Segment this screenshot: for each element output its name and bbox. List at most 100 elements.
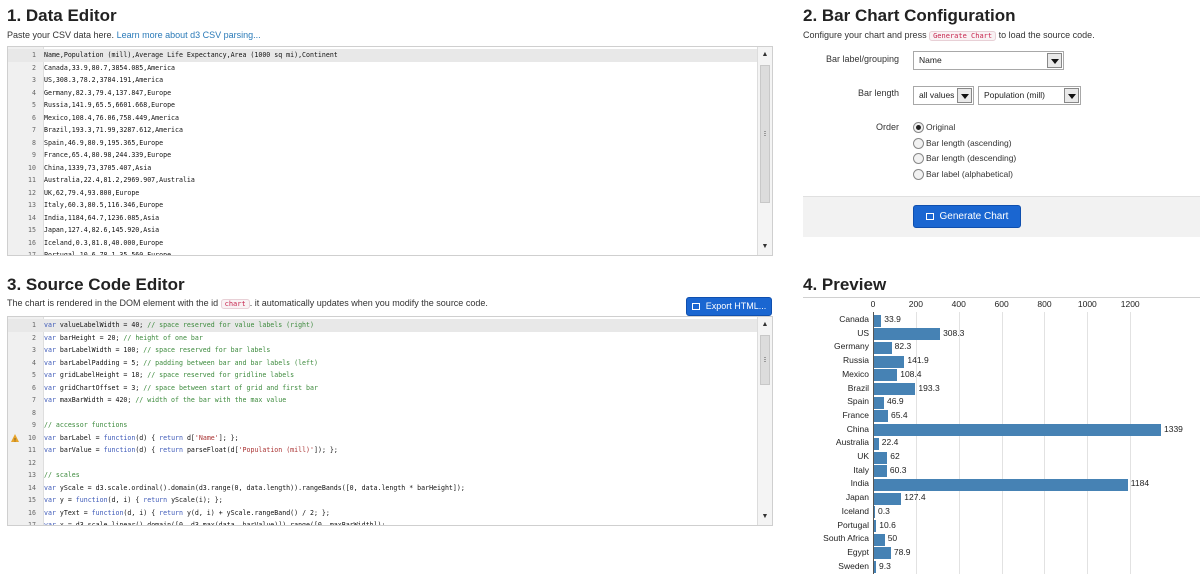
order-radio-option[interactable]: Original [913, 121, 955, 134]
warning-icon[interactable] [11, 433, 19, 447]
source-code-editor[interactable]: 1 var valueLabelWidth = 40; // space rese… [7, 316, 773, 526]
order-radio-option[interactable]: Bar length (ascending) [913, 137, 1012, 149]
length-aggregate-select[interactable]: all values [913, 86, 974, 105]
bar [874, 396, 885, 409]
source-editor-subtitle-after: . it automatically updates when you modi… [249, 298, 488, 308]
scroll-up-arrow-icon[interactable]: ▲ [758, 49, 772, 61]
code-line[interactable]: 1 Name,Population (mill),Average Life Exp… [8, 49, 757, 62]
radio-label: Bar label (alphabetical) [926, 168, 1013, 179]
radio-button[interactable] [913, 168, 924, 180]
line-text: var barLabelWidth = 100; // space reserv… [44, 346, 271, 354]
value-label: 141.9 [907, 355, 929, 366]
bar [874, 383, 916, 395]
radio-button[interactable] [913, 122, 924, 134]
code-line[interactable]: 15 var y = function(d, i) { return yScale… [8, 494, 757, 507]
code-line[interactable]: 10 var barLabel = function(d) { return d[… [8, 432, 757, 447]
code-line[interactable]: 8 Spain,46.9,80.9,195.365,Europe [8, 137, 757, 150]
code-line[interactable]: 4 var barLabelPadding = 5; // padding bet… [8, 357, 757, 370]
code-line[interactable]: 17 var x = d3.scale.linear().domain([0, d… [8, 519, 757, 525]
code-line[interactable]: 7 var maxBarWidth = 420; // width of the … [8, 394, 757, 407]
value-label: 65.4 [891, 409, 908, 420]
bar [874, 547, 891, 560]
category-label: Mexico [842, 368, 869, 379]
grouping-select[interactable]: Name [913, 51, 1064, 70]
x-tick-label: 400 [951, 299, 966, 309]
radio-button[interactable] [913, 137, 924, 149]
code-line[interactable]: 5 var gridLabelHeight = 18; // space rese… [8, 369, 757, 382]
line-number: 3 [32, 76, 36, 84]
grouping-label: Bar label/grouping [825, 54, 899, 64]
length-field-value: Population (mill) [984, 90, 1045, 100]
generate-chart-button[interactable]: Generate Chart [913, 205, 1021, 228]
code-line[interactable]: 12 UK,62,79.4,93.800,Europe [8, 187, 757, 200]
code-line[interactable]: 17 Portugal,10.6,78.1,35.560,Europe [8, 249, 757, 255]
length-field-select[interactable]: Population (mill) [978, 86, 1081, 105]
code-line[interactable]: 11 Australia,22.4,81.2,2969.907,Australia [8, 174, 757, 187]
code-line[interactable]: 8 [8, 407, 757, 420]
code-line[interactable]: 3 var barLabelWidth = 100; // space reser… [8, 344, 757, 357]
code-line[interactable]: 7 Brazil,193.3,71.99,3287.612,America [8, 124, 757, 137]
bar [874, 533, 885, 546]
code-line[interactable]: 3 US,308.3,78.2,3784.191,America [8, 74, 757, 87]
bar [874, 314, 882, 327]
value-label: 108.4 [900, 368, 922, 379]
bar [874, 355, 905, 368]
code-line[interactable]: 14 India,1184,64.7,1236.085,Asia [8, 212, 757, 225]
code-line[interactable]: 6 var gridChartOffset = 3; // space betwe… [8, 382, 757, 395]
line-text: var barLabelPadding = 5; // padding betw… [44, 358, 318, 367]
code-line[interactable]: 11 var barValue = function(d) { return pa… [8, 444, 757, 457]
value-label: 22.4 [881, 437, 899, 448]
code-line[interactable]: 1 var valueLabelWidth = 40; // space rese… [8, 319, 757, 332]
line-number: 10 [28, 163, 36, 172]
line-text: // scales [44, 471, 80, 479]
learn-csv-link[interactable]: Learn more about d3 CSV parsing... [117, 30, 261, 40]
scroll-down-arrow-icon[interactable]: ▼ [758, 241, 772, 253]
scroll-down-arrow-icon[interactable]: ▼ [758, 511, 772, 523]
order-radio-option[interactable]: Bar length (descending) [913, 152, 1017, 165]
line-number: 15 [28, 496, 36, 504]
code-line[interactable]: 6 Mexico,108.4,76.06,758.449,America [8, 112, 757, 125]
code-line[interactable]: 12 [8, 457, 757, 470]
code-line[interactable]: 13 // scales [8, 469, 757, 482]
order-label: Order [875, 122, 899, 132]
code-line[interactable]: 14 var yScale = d3.scale.ordinal().domain… [8, 482, 757, 495]
csv-scroll-thumb[interactable] [760, 65, 770, 203]
export-html-button[interactable]: Export HTML... [686, 297, 772, 316]
code-line[interactable]: 16 Iceland,0.3,81.8,40.000,Europe [8, 237, 757, 250]
source-scroll-thumb[interactable] [760, 335, 770, 385]
code-line[interactable]: 15 Japan,127.4,82.6,145.920,Asia [8, 224, 757, 237]
code-line[interactable]: 4 Germany,82.3,79.4,137.847,Europe [8, 87, 757, 100]
code-line[interactable]: 2 Canada,33.9,80.7,3854.085,America [8, 62, 757, 75]
order-radio-option[interactable]: Bar label (alphabetical) [913, 168, 1013, 180]
radio-button[interactable] [913, 153, 924, 165]
category-label: Japan [845, 492, 869, 503]
value-label: 9.3 [878, 560, 891, 571]
code-line[interactable]: 9 France,65.4,80.98,244.339,Europe [8, 149, 757, 162]
category-label: Sweden [838, 560, 869, 571]
value-label: 82.3 [894, 341, 912, 352]
line-text: Spain,46.9,80.9,195.365,Europe [44, 138, 164, 147]
chart-id-code: chart [220, 299, 250, 309]
gridline [1087, 312, 1089, 575]
line-number: 15 [28, 226, 36, 234]
length-label: Bar length [857, 88, 899, 98]
csv-scrollbar[interactable]: ▲ ▼ [757, 47, 772, 255]
line-number: 6 [32, 113, 36, 122]
code-line[interactable]: 16 var yText = function(d, i) { return y(… [8, 507, 757, 520]
code-line[interactable]: 13 Italy,60.3,80.5,116.346,Europe [8, 199, 757, 212]
scroll-up-arrow-icon[interactable]: ▲ [758, 319, 772, 331]
code-line[interactable]: 5 Russia,141.9,65.5,6601.668,Europe [8, 99, 757, 112]
code-line[interactable]: 10 China,1339,73,3705.407,Asia [8, 162, 757, 175]
x-tick-label: 0 [870, 299, 876, 309]
source-scrollbar[interactable]: ▲ ▼ [757, 317, 772, 525]
preview-title: 4. Preview [803, 275, 887, 294]
code-line[interactable]: 9 // accessor functions [8, 419, 757, 432]
code-line[interactable]: 2 var barHeight = 20; // height of one ba… [8, 332, 757, 345]
csv-editor[interactable]: 1 Name,Population (mill),Average Life Exp… [7, 46, 773, 256]
line-text: Russia,141.9,65.5,6601.668,Europe [44, 101, 176, 109]
radio-label: Bar length (descending) [926, 153, 1017, 163]
line-text: var maxBarWidth = 420; // width of the b… [44, 396, 287, 404]
line-number: 14 [28, 213, 36, 222]
gridline [1130, 312, 1132, 575]
category-label: Italy [853, 464, 869, 475]
